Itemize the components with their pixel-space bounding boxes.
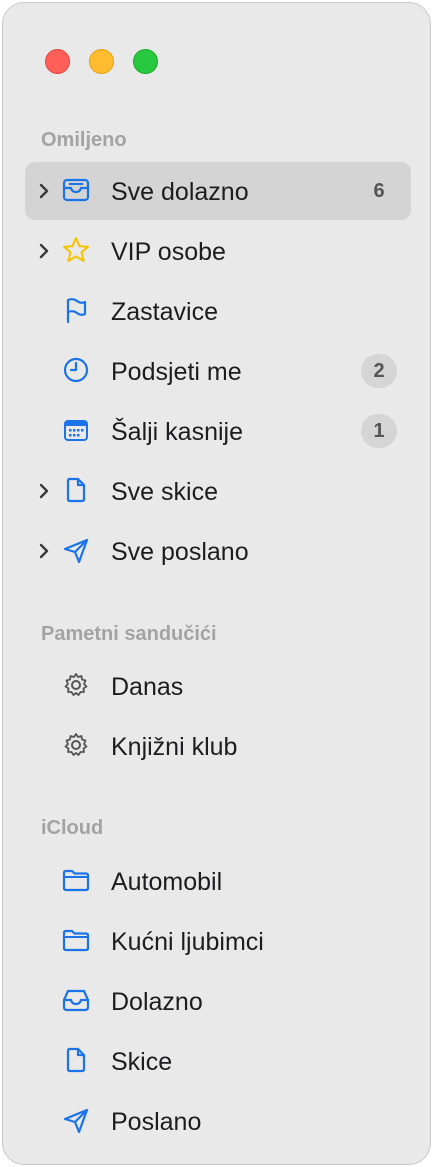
mailbox-automobil[interactable]: Automobil [25, 852, 411, 910]
count-badge: 1 [361, 414, 397, 448]
mailbox-label: Automobil [111, 868, 223, 896]
chevron-right-icon[interactable] [37, 541, 51, 561]
count-badge: 2 [361, 354, 397, 388]
mailbox-label: VIP osobe [111, 238, 226, 266]
smart-mailbox-book-club[interactable]: Knjižni klub [25, 717, 411, 775]
section-header-smart-mailboxes: Pametni sandučići [41, 623, 217, 645]
smart-mailbox-today[interactable]: Danas [25, 657, 411, 715]
document-icon [61, 1045, 91, 1075]
mailbox-send-later[interactable]: Šalji kasnije 1 [25, 402, 411, 460]
mailbox-all-inboxes[interactable]: Sve dolazno 6 [25, 162, 411, 220]
folder-icon [61, 865, 91, 895]
document-icon [61, 475, 91, 505]
mailbox-remind-me[interactable]: Podsjeti me 2 [25, 342, 411, 400]
mailbox-label: Sve poslano [111, 538, 249, 566]
mailbox-all-sent[interactable]: Sve poslano [25, 522, 411, 580]
mail-sidebar: Omiljeno Sve dolazno 6 VIP osobe Zastavi… [2, 2, 431, 1165]
mailbox-label: Šalji kasnije [111, 418, 244, 446]
mailbox-label: Zastavice [111, 298, 218, 326]
mailbox-label: Sve dolazno [111, 178, 249, 206]
mailbox-icloud-inbox[interactable]: Dolazno [25, 972, 411, 1030]
mailbox-label: Knjižni klub [111, 733, 238, 761]
calendar-icon [61, 415, 91, 445]
chevron-right-icon[interactable] [37, 181, 51, 201]
mailbox-flagged[interactable]: Zastavice [25, 282, 411, 340]
mailbox-kucni-ljubimci[interactable]: Kućni ljubimci [25, 912, 411, 970]
star-icon [61, 235, 91, 265]
inbox-tray-icon [61, 985, 91, 1015]
mailbox-icloud-sent[interactable]: Poslano [25, 1092, 411, 1150]
mailbox-label: Poslano [111, 1108, 202, 1136]
folder-icon [61, 925, 91, 955]
mailbox-label: Podsjeti me [111, 358, 242, 386]
mailbox-vip[interactable]: VIP osobe [25, 222, 411, 280]
mailbox-label: Kućni ljubimci [111, 928, 264, 956]
inbox-tray-icon [61, 175, 91, 205]
mailbox-label: Skice [111, 1048, 173, 1076]
gear-icon [61, 730, 91, 760]
section-header-favorites: Omiljeno [41, 129, 127, 151]
chevron-right-icon[interactable] [37, 481, 51, 501]
paper-plane-icon [61, 1105, 91, 1135]
minimize-window-button[interactable] [89, 49, 114, 74]
mailbox-icloud-drafts[interactable]: Skice [25, 1032, 411, 1090]
section-header-icloud: iCloud [41, 817, 104, 839]
chevron-right-icon[interactable] [37, 241, 51, 261]
flag-icon [61, 295, 91, 325]
zoom-window-button[interactable] [133, 49, 158, 74]
close-window-button[interactable] [45, 49, 70, 74]
unread-count-badge: 6 [373, 180, 385, 202]
mailbox-label: Sve skice [111, 478, 218, 506]
mailbox-all-drafts[interactable]: Sve skice [25, 462, 411, 520]
clock-icon [61, 355, 91, 385]
gear-icon [61, 670, 91, 700]
mailbox-label: Dolazno [111, 988, 203, 1016]
paper-plane-icon [61, 535, 91, 565]
mailbox-label: Danas [111, 673, 184, 701]
